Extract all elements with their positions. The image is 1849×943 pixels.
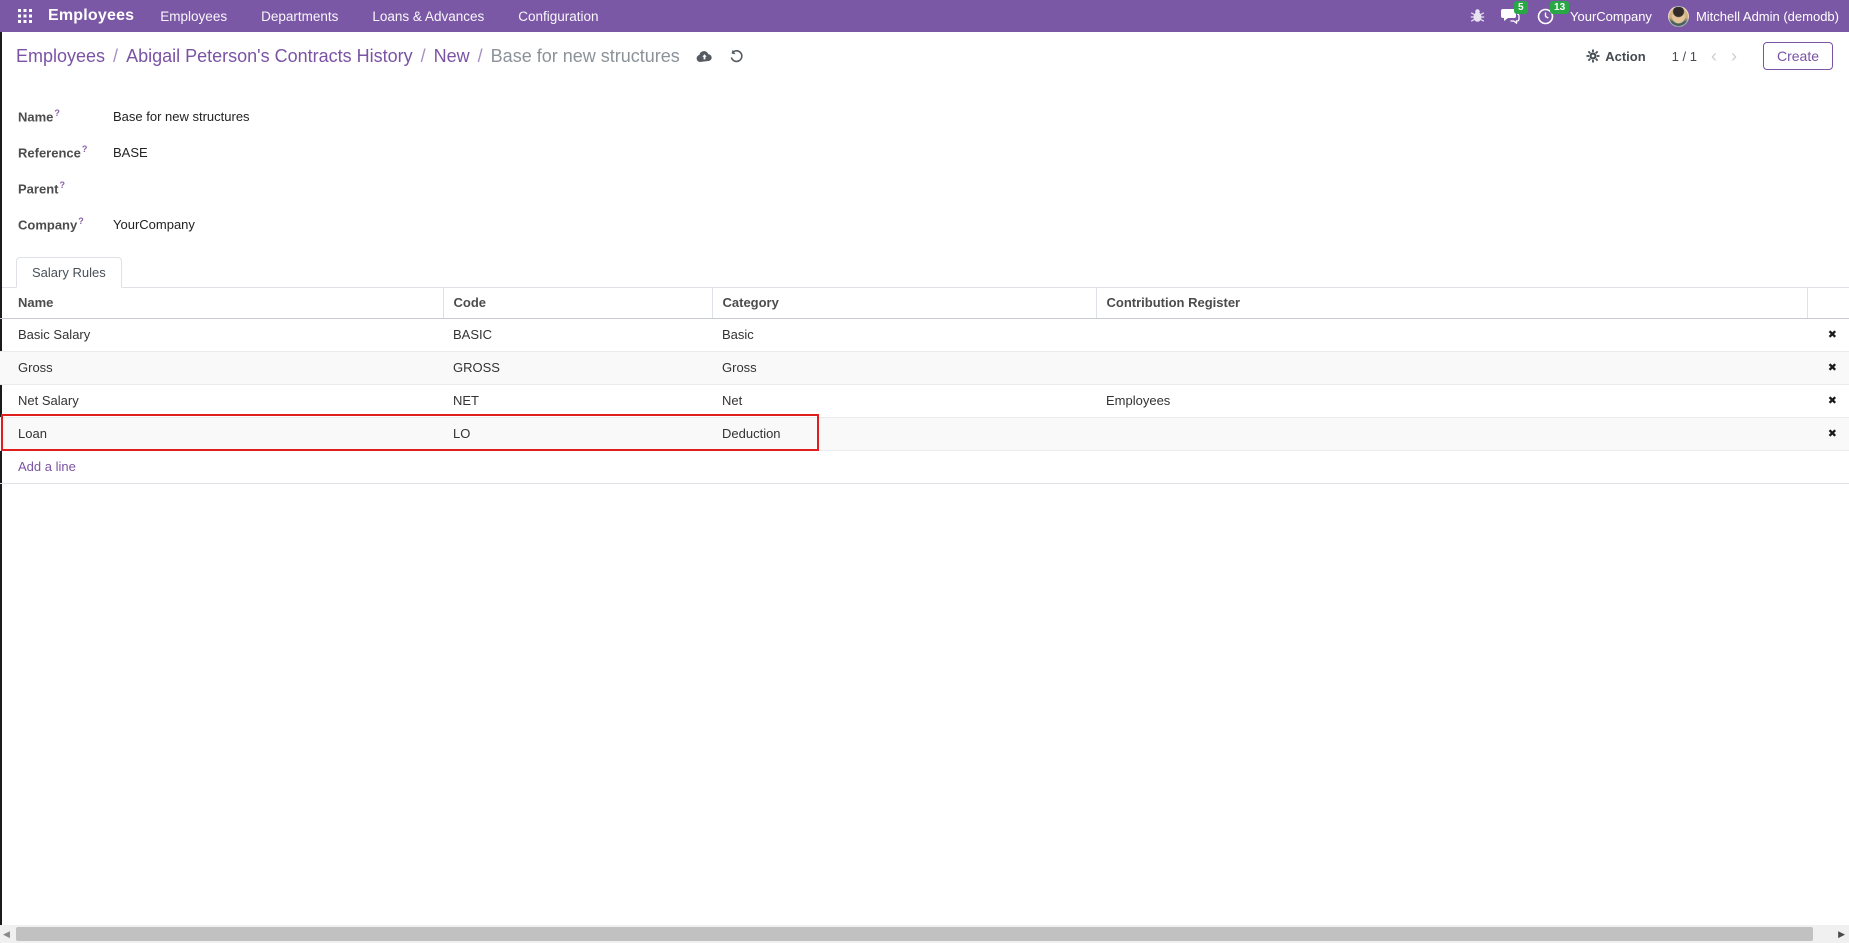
cell-category[interactable]: Gross (712, 351, 1096, 384)
debug-bug-icon[interactable] (1470, 9, 1485, 23)
salary-rules-list: Name Code Category Contribution Register… (0, 288, 1849, 484)
action-menu-button[interactable]: Action (1586, 49, 1645, 64)
cell-register[interactable] (1096, 351, 1807, 384)
delete-row-icon[interactable]: ✖ (1807, 417, 1849, 450)
field-company: Company? YourCompany (18, 206, 1849, 242)
scroll-right-arrow-icon[interactable]: ▶ (1838, 925, 1845, 943)
help-icon: ? (54, 108, 60, 118)
gear-icon (1586, 49, 1600, 63)
delete-row-icon[interactable]: ✖ (1807, 318, 1849, 351)
table-row[interactable]: Net Salary NET Net Employees ✖ (0, 384, 1849, 417)
record-dirty-indicators (696, 49, 744, 64)
user-name: Mitchell Admin (demodb) (1696, 9, 1839, 24)
save-cloud-icon[interactable] (696, 50, 713, 63)
field-parent: Parent? (18, 170, 1849, 206)
company-switcher[interactable]: YourCompany (1570, 9, 1652, 24)
table-row[interactable]: Gross GROSS Gross ✖ (0, 351, 1849, 384)
header-code[interactable]: Code (443, 288, 712, 318)
cell-code[interactable]: BASIC (443, 318, 712, 351)
breadcrumb-current: Base for new structures (491, 46, 680, 67)
cell-category[interactable]: Basic (712, 318, 1096, 351)
breadcrumb-new[interactable]: New (434, 46, 470, 67)
add-a-line-row: Add a line (0, 450, 1849, 483)
delete-row-icon[interactable]: ✖ (1807, 384, 1849, 417)
header-contribution-register[interactable]: Contribution Register (1096, 288, 1807, 318)
add-a-line-link[interactable]: Add a line (0, 450, 1849, 483)
cell-name[interactable]: Net Salary (0, 384, 443, 417)
field-company-value[interactable]: YourCompany (113, 217, 195, 232)
menu-employees[interactable]: Employees (160, 9, 227, 24)
user-menu[interactable]: Mitchell Admin (demodb) (1668, 6, 1839, 27)
control-panel: Employees / Abigail Peterson's Contracts… (0, 32, 1849, 80)
table-row[interactable]: Basic Salary BASIC Basic ✖ (0, 318, 1849, 351)
header-name[interactable]: Name (0, 288, 443, 318)
scroll-left-arrow-icon[interactable]: ◀ (3, 925, 10, 943)
delete-row-icon[interactable]: ✖ (1807, 351, 1849, 384)
cell-category[interactable]: Deduction (712, 417, 1096, 450)
notebook-tabs: Salary Rules (0, 256, 1849, 288)
field-name-label: Name? (18, 108, 113, 124)
breadcrumb: Employees / Abigail Peterson's Contracts… (16, 46, 680, 67)
pager-next-icon[interactable]: › (1731, 47, 1737, 65)
field-company-label: Company? (18, 216, 113, 232)
messages-icon[interactable]: 5 (1501, 8, 1521, 24)
field-name-value[interactable]: Base for new structures (113, 109, 250, 124)
cell-register[interactable] (1096, 417, 1807, 450)
field-reference: Reference? BASE (18, 134, 1849, 170)
apps-grid-icon[interactable] (12, 3, 38, 29)
discard-undo-icon[interactable] (729, 49, 744, 64)
header-category[interactable]: Category (712, 288, 1096, 318)
cell-name[interactable]: Gross (0, 351, 443, 384)
tab-salary-rules[interactable]: Salary Rules (16, 257, 122, 288)
table-header-row: Name Code Category Contribution Register (0, 288, 1849, 318)
breadcrumb-separator: / (421, 46, 426, 67)
cell-name[interactable]: Loan (0, 417, 443, 450)
pager-previous-icon[interactable]: ‹ (1711, 47, 1717, 65)
breadcrumb-separator: / (478, 46, 483, 67)
header-actions (1807, 288, 1849, 318)
breadcrumb-employees[interactable]: Employees (16, 46, 105, 67)
form-sheet: Name? Base for new structures Reference?… (0, 80, 1849, 242)
cell-name[interactable]: Basic Salary (0, 318, 443, 351)
cell-code[interactable]: NET (443, 384, 712, 417)
cell-code[interactable]: GROSS (443, 351, 712, 384)
help-icon: ? (78, 216, 84, 226)
activities-count-badge: 13 (1550, 1, 1569, 14)
app-brand[interactable]: Employees (48, 7, 134, 25)
create-button[interactable]: Create (1763, 42, 1833, 70)
breadcrumb-contracts-history[interactable]: Abigail Peterson's Contracts History (126, 46, 413, 67)
field-reference-label: Reference? (18, 144, 113, 160)
main-menu: Employees Departments Loans & Advances C… (160, 9, 598, 24)
systray: 5 13 YourCompany Mitchell Admin (demodb) (1470, 6, 1839, 27)
user-avatar (1668, 6, 1689, 27)
scrollbar-thumb[interactable] (16, 927, 1813, 941)
activities-clock-icon[interactable]: 13 (1537, 8, 1554, 25)
cell-code[interactable]: LO (443, 417, 712, 450)
pager: 1 / 1 ‹ › (1672, 47, 1737, 65)
field-parent-label: Parent? (18, 180, 113, 196)
cell-register[interactable] (1096, 318, 1807, 351)
menu-loans-advances[interactable]: Loans & Advances (372, 9, 484, 24)
control-panel-right: Action 1 / 1 ‹ › Create (1586, 42, 1833, 70)
field-name: Name? Base for new structures (18, 98, 1849, 134)
menu-configuration[interactable]: Configuration (518, 9, 598, 24)
help-icon: ? (59, 180, 65, 190)
messages-count-badge: 5 (1514, 1, 1528, 14)
field-reference-value[interactable]: BASE (113, 145, 148, 160)
top-navbar: Employees Employees Departments Loans & … (0, 0, 1849, 32)
breadcrumb-separator: / (113, 46, 118, 67)
table-row-highlighted[interactable]: Loan LO Deduction ✖ (0, 417, 1849, 450)
cell-register[interactable]: Employees (1096, 384, 1807, 417)
cell-category[interactable]: Net (712, 384, 1096, 417)
horizontal-scrollbar[interactable]: ◀ ▶ (0, 925, 1849, 943)
menu-departments[interactable]: Departments (261, 9, 338, 24)
action-label: Action (1605, 49, 1645, 64)
pager-value[interactable]: 1 / 1 (1672, 49, 1697, 64)
help-icon: ? (82, 144, 88, 154)
